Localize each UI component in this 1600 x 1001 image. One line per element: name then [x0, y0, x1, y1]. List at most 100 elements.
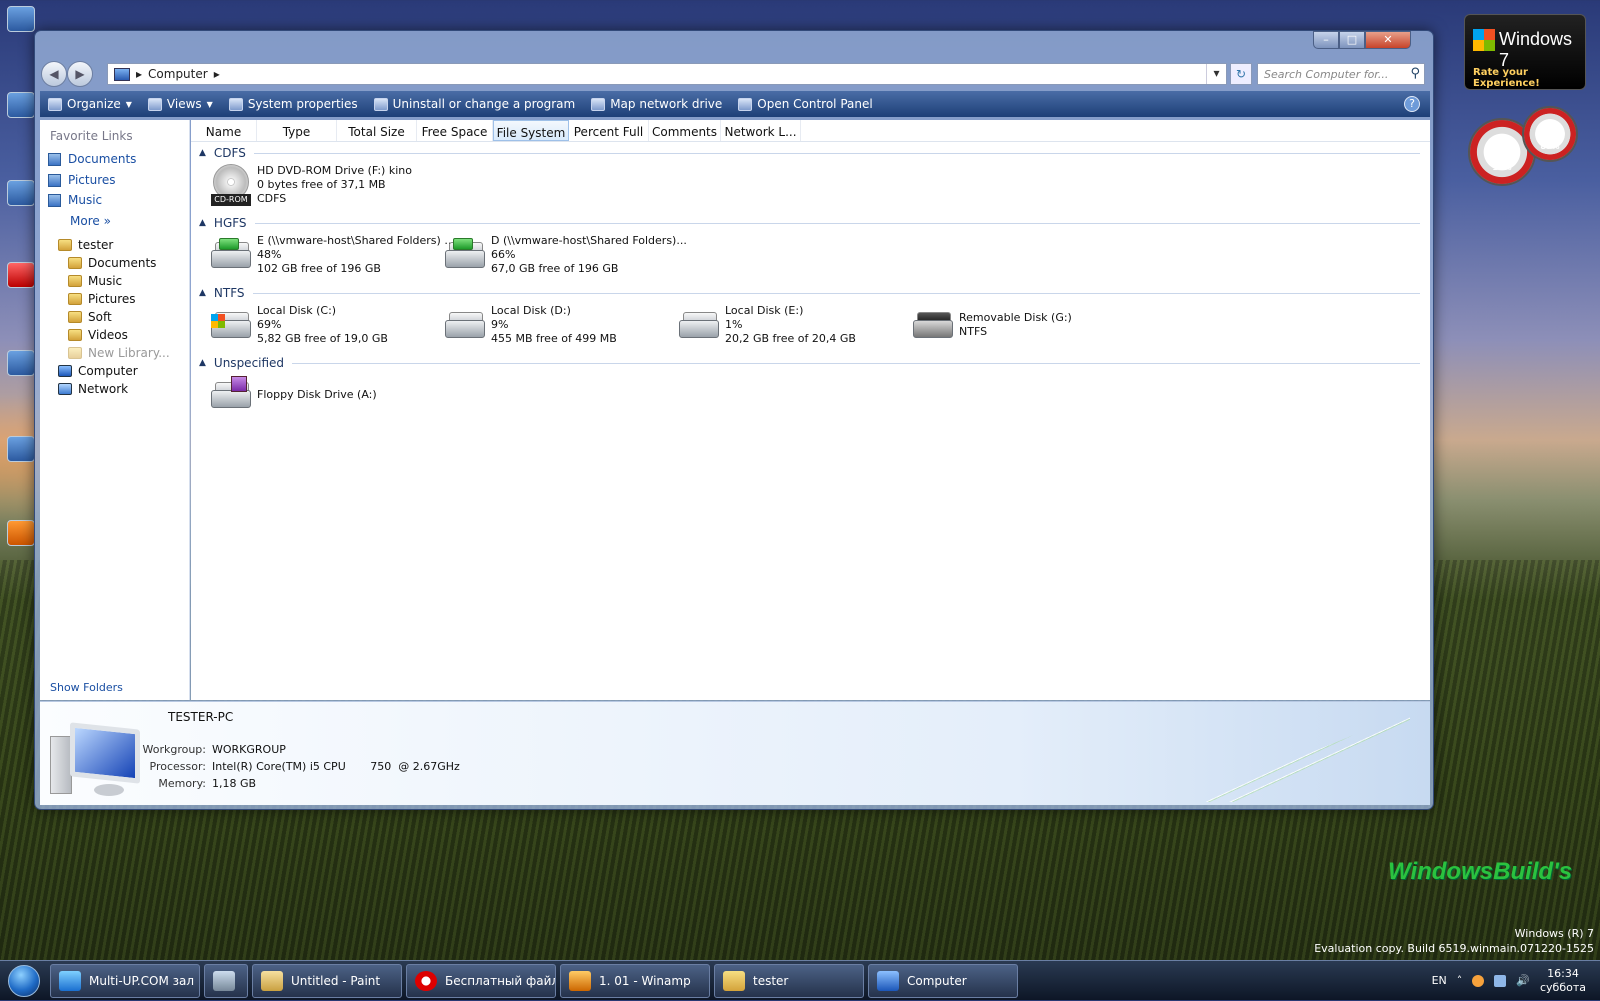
tree-label: New Library...	[88, 346, 170, 360]
minimize-button[interactable]: –	[1313, 31, 1339, 49]
taskbar-item-tester[interactable]: tester	[714, 963, 864, 998]
folder-icon	[68, 257, 82, 269]
favorite-pictures[interactable]: Pictures	[48, 173, 116, 187]
taskbar-item-opera[interactable]: Бесплатный файл	[406, 963, 556, 998]
group-divider	[253, 152, 1420, 154]
search-input[interactable]: Search Computer for... ⚲	[1257, 63, 1425, 85]
tree-item-videos[interactable]: Videos	[68, 328, 128, 342]
tree-item-computer[interactable]: Computer	[58, 364, 138, 378]
gauge-cpu-value: 13%	[1492, 163, 1512, 173]
tree-label: Network	[78, 382, 129, 396]
column-free-space[interactable]: Free Space	[417, 120, 493, 141]
views-button[interactable]: Views ▼	[147, 97, 213, 111]
taskbar-item-winamp[interactable]: 1. 01 - Winamp	[560, 963, 710, 998]
drive-tile-f[interactable]: CD-ROM HD DVD-ROM Drive (F:) kino 0 bytes…	[209, 164, 412, 208]
tree-item-tester[interactable]: tester	[58, 238, 113, 252]
windows-logo-icon	[1473, 29, 1495, 51]
taskbar-item-computer[interactable]: Computer	[868, 963, 1018, 998]
group-header-hgfs[interactable]: ▲ HGFS	[199, 214, 1424, 232]
chevron-down-icon: ▼	[125, 99, 132, 109]
network-tray-icon[interactable]	[1494, 974, 1507, 987]
help-icon[interactable]: ?	[1404, 96, 1420, 112]
favorite-documents[interactable]: Documents	[48, 152, 136, 166]
tree-label: Soft	[88, 310, 112, 324]
taskbar-item-paint[interactable]: Untitled - Paint	[252, 963, 402, 998]
chevron-right-icon: ▸	[136, 67, 143, 81]
chevron-down-icon: ▼	[206, 99, 213, 109]
drive-tile-a[interactable]: Floppy Disk Drive (A:)	[209, 374, 377, 414]
folder-icon	[68, 275, 82, 287]
open-control-panel-button[interactable]: Open Control Panel	[738, 97, 873, 111]
taskbar-label: tester	[753, 973, 789, 988]
group-label: Unspecified	[213, 356, 285, 370]
column-network-location[interactable]: Network L...	[721, 120, 801, 141]
group-divider	[252, 292, 1420, 294]
refresh-button[interactable]: ↻	[1230, 63, 1252, 85]
search-icon[interactable]: ⚲	[1410, 66, 1420, 81]
drive-tile-d-network[interactable]: D (\\vmware-host\Shared Folders)... 66% 67…	[443, 234, 687, 276]
drive-name: Removable Disk (G:)	[959, 311, 1072, 324]
group-header-cdfs[interactable]: ▲ CDFS	[199, 144, 1424, 162]
column-name[interactable]: Name	[191, 120, 257, 141]
start-button[interactable]	[0, 961, 46, 1001]
map-network-drive-button[interactable]: Map network drive	[591, 97, 722, 111]
favorite-music[interactable]: Music	[48, 193, 102, 207]
language-indicator[interactable]: EN	[1432, 974, 1447, 987]
column-file-system[interactable]: File System	[493, 120, 569, 141]
address-dropdown-button[interactable]: ▾	[1206, 64, 1226, 84]
tree-item-documents[interactable]: Documents	[68, 256, 156, 270]
badge-subtitle: Rate your Experience!	[1473, 67, 1540, 89]
drive-tile-e-network[interactable]: E (\\vmware-host\Shared Folders) ... 48% 1…	[209, 234, 455, 276]
workgroup-value: WORKGROUP	[212, 743, 286, 756]
decorative-swoosh	[1190, 712, 1410, 802]
tree-label: Videos	[88, 328, 128, 342]
show-folders-link[interactable]: Show Folders	[50, 681, 123, 694]
column-percent-full[interactable]: Percent Full	[569, 120, 649, 141]
address-bar[interactable]: ▸ Computer ▸ ▾	[107, 63, 1227, 85]
tree-item-music[interactable]: Music	[68, 274, 122, 288]
organize-button[interactable]: Organize ▼	[48, 97, 132, 111]
column-type[interactable]: Type	[257, 120, 337, 141]
group-header-ntfs[interactable]: ▲ NTFS	[199, 284, 1424, 302]
drive-tile-d[interactable]: Local Disk (D:) 9% 455 MB free of 499 MB	[443, 304, 617, 346]
uninstall-program-button[interactable]: Uninstall or change a program	[373, 97, 576, 111]
drive-tile-e[interactable]: Local Disk (E:) 1% 20,2 GB free of 20,4 GB	[677, 304, 856, 346]
forward-button[interactable]: ▶	[67, 61, 93, 87]
windows7-badge[interactable]: Windows 7 Rate your Experience!	[1464, 14, 1586, 90]
tree-item-soft[interactable]: Soft	[68, 310, 112, 324]
clock[interactable]: 16:34 суббота	[1540, 967, 1586, 995]
group-header-unspecified[interactable]: ▲ Unspecified	[199, 354, 1424, 372]
more-link[interactable]: More »	[70, 214, 111, 228]
maximize-button[interactable]: □	[1339, 31, 1365, 49]
uninstall-label: Uninstall or change a program	[392, 97, 576, 111]
drive-tile-c[interactable]: Local Disk (C:) 69% 5,82 GB free of 19,0 G…	[209, 304, 388, 346]
taskbar-item-explorer-mini[interactable]	[204, 963, 248, 998]
breadcrumb-computer[interactable]: Computer	[148, 67, 208, 81]
volume-icon[interactable]: 🔊	[1516, 974, 1530, 987]
memory-label: Memory:	[158, 777, 206, 790]
taskbar-item-ie[interactable]: Multi-UP.COM зал	[50, 963, 200, 998]
close-button[interactable]: ✕	[1365, 31, 1411, 49]
avast-tray-icon[interactable]	[1472, 974, 1485, 987]
show-hidden-icons-chevron-icon[interactable]: ˄	[1457, 974, 1463, 987]
tree-item-pictures[interactable]: Pictures	[68, 292, 136, 306]
column-total-size[interactable]: Total Size	[337, 120, 417, 141]
drive-free: 455 MB free of 499 MB	[491, 332, 617, 345]
windows-orb-icon	[8, 964, 40, 997]
drive-tile-g[interactable]: Removable Disk (G:) NTFS	[911, 304, 1072, 344]
group-label: NTFS	[213, 286, 245, 300]
column-comments[interactable]: Comments	[649, 120, 721, 141]
organize-label: Organize	[67, 97, 121, 111]
tree-item-network[interactable]: Network	[58, 382, 128, 396]
tree-label: Documents	[88, 256, 157, 270]
double-chevron-icon: »	[103, 214, 111, 228]
tree-item-new-library[interactable]: New Library...	[68, 346, 170, 360]
folder-icon	[68, 293, 82, 305]
back-button[interactable]: ◀	[41, 61, 67, 87]
chevron-right-icon: ▸	[213, 67, 220, 81]
system-properties-button[interactable]: System properties	[228, 97, 358, 111]
memory-gauge-gadget[interactable]: 87%	[1522, 106, 1578, 162]
cd-rom-icon: CD-ROM	[209, 164, 253, 208]
more-label: More	[70, 214, 100, 228]
views-icon	[147, 97, 162, 111]
